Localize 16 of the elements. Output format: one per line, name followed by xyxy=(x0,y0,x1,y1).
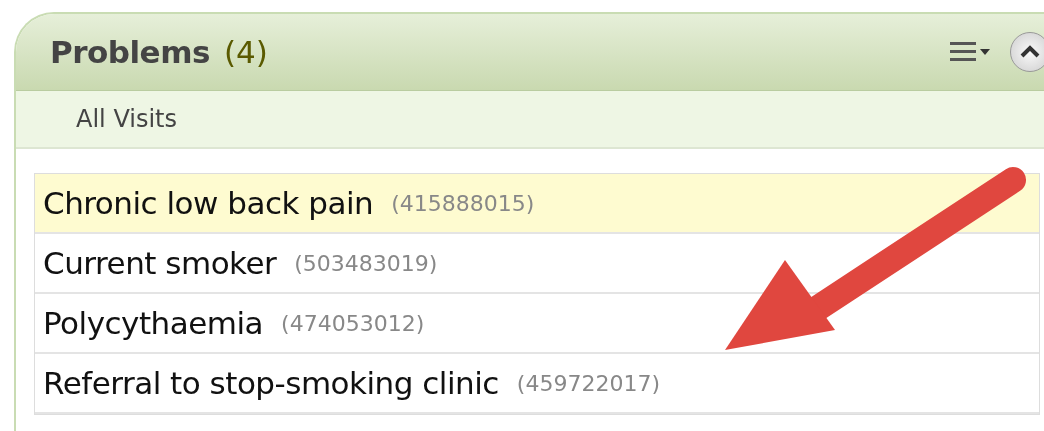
panel-title: Problems xyxy=(50,34,210,70)
filter-label: All Visits xyxy=(76,105,178,133)
menu-button[interactable] xyxy=(950,40,990,64)
problem-name: Polycythaemia xyxy=(43,305,264,341)
problem-name: Current smoker xyxy=(43,245,277,281)
problem-row[interactable]: Chronic low back pain (415888015) xyxy=(35,174,1039,234)
problem-name: Chronic low back pain xyxy=(43,185,374,221)
menu-icon xyxy=(950,40,990,64)
problem-code: (503483019) xyxy=(294,250,438,276)
problem-count: (4) xyxy=(223,34,268,70)
problem-name: Referral to stop-smoking clinic xyxy=(43,365,499,401)
problem-code: (415888015) xyxy=(391,190,535,216)
collapse-button[interactable] xyxy=(1010,32,1044,72)
problem-code: (474053012) xyxy=(281,310,425,336)
problem-code: (459722017) xyxy=(516,370,660,396)
chevron-up-icon xyxy=(1019,45,1041,59)
